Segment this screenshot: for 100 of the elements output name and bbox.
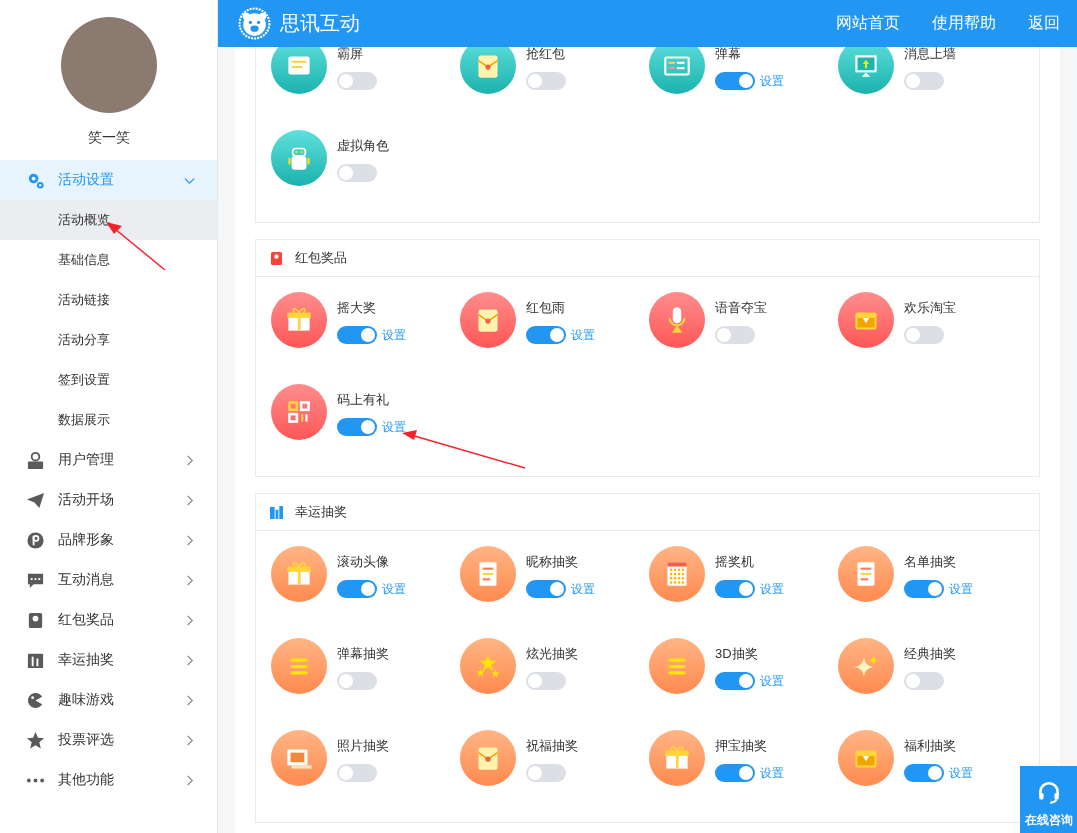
menu-item[interactable]: 其他功能 — [0, 760, 217, 800]
submenu-item[interactable]: 数据展示 — [0, 400, 217, 440]
nav-link[interactable]: 使用帮助 — [932, 13, 996, 34]
menu-item[interactable]: 用户管理 — [0, 440, 217, 480]
toggle-switch[interactable] — [337, 764, 377, 782]
chest-icon — [838, 292, 894, 348]
list-icon — [271, 638, 327, 694]
submenu-item[interactable]: 活动分享 — [0, 320, 217, 360]
feature-name: 祝福抽奖 — [526, 737, 578, 755]
online-consult-button[interactable]: 在线咨询 — [1020, 766, 1077, 833]
settings-link[interactable]: 设置 — [760, 72, 784, 90]
menu-item[interactable]: 趣味游戏 — [0, 680, 217, 720]
feature-name: 欢乐淘宝 — [904, 299, 956, 317]
stars-icon — [460, 638, 516, 694]
submenu-item[interactable]: 活动链接 — [0, 280, 217, 320]
toggle-switch[interactable] — [337, 672, 377, 690]
feature-name: 押宝抽奖 — [715, 737, 768, 755]
toggle-switch[interactable] — [904, 580, 944, 598]
game-icon — [26, 690, 45, 710]
feature-name: 消息上墙 — [904, 45, 956, 63]
list-icon — [649, 638, 705, 694]
menu-item[interactable]: 幸运抽奖 — [0, 640, 217, 680]
envelope-icon — [460, 730, 516, 786]
toggle-switch[interactable] — [715, 764, 755, 782]
feature-name: 炫光抽奖 — [526, 645, 578, 663]
plane-icon — [26, 490, 45, 510]
envelope-icon — [26, 610, 45, 630]
gift-icon — [271, 292, 327, 348]
feature-name: 3D抽奖 — [715, 645, 759, 663]
settings-link[interactable]: 设置 — [949, 764, 973, 782]
settings-link[interactable]: 设置 — [382, 326, 406, 344]
settings-link[interactable]: 设置 — [760, 672, 784, 690]
toggle-switch[interactable] — [715, 672, 755, 690]
settings-link[interactable]: 设置 — [949, 580, 973, 598]
toggle-switch[interactable] — [337, 580, 377, 598]
menu-item[interactable]: 活动设置 — [0, 160, 217, 200]
feature-name: 弹幕 — [715, 45, 742, 63]
toggle-switch[interactable] — [904, 672, 944, 690]
feature-name: 摇奖机 — [715, 553, 755, 571]
toggle-switch[interactable] — [904, 72, 944, 90]
gift-icon — [649, 730, 705, 786]
nav-link[interactable]: 返回 — [1028, 13, 1060, 34]
section-title: 幸运抽奖 — [295, 503, 347, 521]
chevron-right-icon — [184, 534, 195, 546]
toggle-switch[interactable] — [337, 326, 377, 344]
photo-icon — [271, 730, 327, 786]
menu-item[interactable]: 活动开场 — [0, 480, 217, 520]
toggle-switch[interactable] — [526, 72, 566, 90]
dots-icon — [26, 777, 45, 783]
toggle-switch[interactable] — [715, 326, 755, 344]
toggle-switch[interactable] — [526, 580, 566, 598]
toggle-switch[interactable] — [526, 326, 566, 344]
chevron-right-icon — [184, 454, 195, 466]
chest-icon — [838, 730, 894, 786]
robot-icon — [271, 130, 327, 186]
feature-name: 摇大奖 — [337, 299, 377, 317]
nav-link[interactable]: 网站首页 — [836, 13, 900, 34]
chevron-right-icon — [184, 694, 195, 706]
toggle-switch[interactable] — [904, 326, 944, 344]
sparkle-icon — [838, 638, 894, 694]
submenu-item[interactable]: 基础信息 — [0, 240, 217, 280]
menu-item[interactable]: 品牌形象 — [0, 520, 217, 560]
menu-item[interactable]: 互动消息 — [0, 560, 217, 600]
star-icon — [26, 730, 45, 750]
feature-name: 福利抽奖 — [904, 737, 957, 755]
toggle-switch[interactable] — [904, 764, 944, 782]
feature-name: 抢红包 — [526, 45, 566, 63]
feature-name: 红包雨 — [526, 299, 566, 317]
menu-item[interactable]: 投票评选 — [0, 720, 217, 760]
feature-name: 虚拟角色 — [337, 137, 389, 155]
chevron-right-icon — [184, 494, 195, 506]
settings-link[interactable]: 设置 — [760, 764, 784, 782]
settings-link[interactable]: 设置 — [382, 418, 406, 436]
qr-code-icon — [271, 384, 327, 440]
chevron-right-icon — [184, 614, 195, 626]
toggle-switch[interactable] — [526, 672, 566, 690]
grid-icon — [649, 546, 705, 602]
toggle-switch[interactable] — [337, 418, 377, 436]
toggle-switch[interactable] — [337, 72, 377, 90]
settings-link[interactable]: 设置 — [571, 580, 595, 598]
chevron-right-icon — [184, 654, 195, 666]
menu-item[interactable]: 红包奖品 — [0, 600, 217, 640]
chevron-right-icon — [184, 774, 195, 786]
user-icon — [26, 450, 45, 470]
toggle-switch[interactable] — [715, 580, 755, 598]
submenu-item[interactable]: 签到设置 — [0, 360, 217, 400]
section-title: 红包奖品 — [295, 249, 347, 267]
toggle-switch[interactable] — [337, 164, 377, 182]
document-icon — [460, 546, 516, 602]
settings-link[interactable]: 设置 — [571, 326, 595, 344]
feature-name: 弹幕抽奖 — [337, 645, 389, 663]
settings-link[interactable]: 设置 — [760, 580, 784, 598]
settings-link[interactable]: 设置 — [382, 580, 406, 598]
submenu-item[interactable]: 活动概览 — [0, 200, 217, 240]
document-icon — [838, 546, 894, 602]
feature-name: 照片抽奖 — [337, 737, 389, 755]
toggle-switch[interactable] — [526, 764, 566, 782]
gift-icon — [271, 546, 327, 602]
toggle-switch[interactable] — [715, 72, 755, 90]
feature-name: 滚动头像 — [337, 553, 390, 571]
